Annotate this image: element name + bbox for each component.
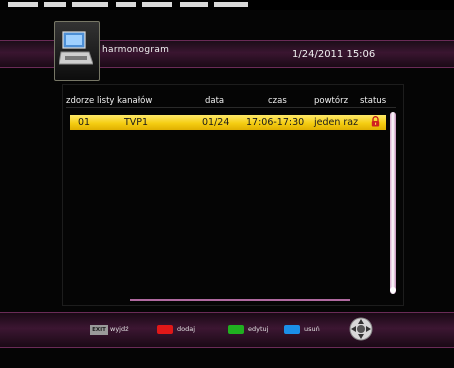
screen: harmonogram 1/24/2011 15:06 zdorze listy… bbox=[0, 0, 454, 368]
row-date: 01/24 bbox=[202, 117, 230, 128]
schedule-app-icon bbox=[54, 21, 100, 81]
clock-datetime: 1/24/2011 15:06 bbox=[292, 49, 376, 60]
add-label: dodaj bbox=[177, 325, 196, 333]
tv-box-icon bbox=[59, 31, 93, 65]
edit-label: edytuj bbox=[248, 325, 269, 333]
column-header-date: data bbox=[205, 96, 225, 106]
green-key-icon bbox=[228, 325, 244, 334]
row-time: 17:06-17:30 bbox=[246, 117, 305, 128]
scrollbar-end-dot bbox=[390, 287, 396, 293]
page-title: harmonogram bbox=[102, 45, 170, 55]
row-repeat: jeden raz bbox=[314, 117, 359, 128]
vertical-scrollbar-thumb[interactable] bbox=[390, 112, 396, 294]
row-index: 01 bbox=[78, 117, 91, 128]
exit-label: wyjdź bbox=[110, 325, 129, 333]
exit-key-icon: EXIT bbox=[90, 325, 108, 335]
top-edge-strip bbox=[0, 0, 454, 10]
navigation-pad-icon bbox=[349, 317, 373, 341]
column-header-channel: zdorze listy kanałów bbox=[66, 96, 153, 106]
table-row-selected[interactable]: 01 TVP1 01/24 17:06-17:30 jeden raz bbox=[70, 115, 386, 130]
column-header-status: status bbox=[360, 96, 387, 106]
red-key-icon bbox=[157, 325, 173, 334]
horizontal-scroll-indicator bbox=[130, 299, 350, 301]
delete-label: usuń bbox=[304, 325, 320, 333]
lock-icon bbox=[371, 116, 380, 127]
footer-bar bbox=[0, 312, 454, 348]
header-divider bbox=[66, 107, 396, 108]
column-header-repeat: powtórz bbox=[314, 96, 349, 106]
row-channel: TVP1 bbox=[124, 117, 149, 128]
blue-key-icon bbox=[284, 325, 300, 334]
column-header-time: czas bbox=[268, 96, 287, 106]
